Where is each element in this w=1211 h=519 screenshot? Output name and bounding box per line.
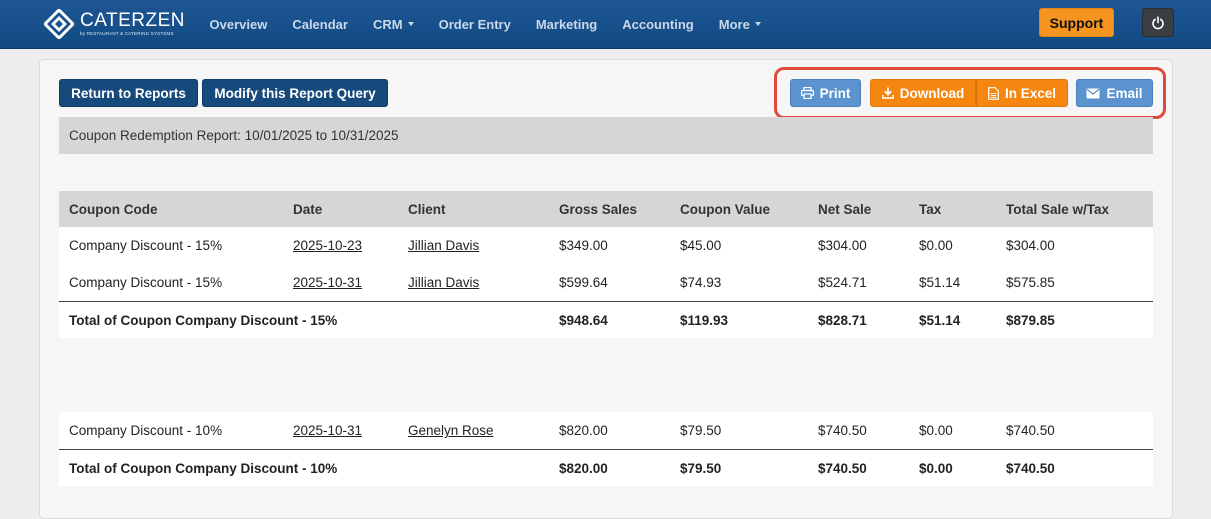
table-header: Coupon Code Date Client Gross Sales Coup… — [59, 191, 1153, 227]
cell-tax: $0.00 — [919, 423, 953, 438]
total-coupon-value: $119.93 — [680, 313, 729, 328]
col-total-sale-with-tax[interactable]: Total Sale w/Tax — [1006, 202, 1109, 217]
col-date[interactable]: Date — [293, 202, 322, 217]
in-excel-label: In Excel — [1004, 85, 1057, 101]
cell-tax: $51.14 — [919, 275, 961, 290]
nav-accounting[interactable]: Accounting — [610, 17, 707, 32]
in-excel-button[interactable]: In Excel — [976, 79, 1068, 107]
total-sale-with-tax: $740.50 — [1006, 461, 1055, 476]
cell-gross-sales: $349.00 — [559, 238, 608, 253]
envelope-icon — [1086, 88, 1100, 98]
col-gross-sales[interactable]: Gross Sales — [559, 202, 637, 217]
cell-net-sale: $524.71 — [818, 275, 867, 290]
email-button[interactable]: Email — [1076, 79, 1153, 107]
client-link[interactable]: Jillian Davis — [408, 275, 479, 290]
nav-label: More — [718, 16, 750, 32]
cell-coupon-code: Company Discount - 15% — [69, 238, 223, 253]
client-link[interactable]: Genelyn Rose — [408, 423, 494, 438]
cell-total: $575.85 — [1006, 275, 1055, 290]
brand-tagline: by RESTAURANT & CATERING SYSTEMS — [80, 31, 174, 37]
cell-coupon-value: $45.00 — [680, 238, 722, 253]
nav-marketing[interactable]: Marketing — [523, 17, 609, 32]
brand-name: CATERZEN — [80, 10, 185, 32]
order-date-link[interactable]: 2025-10-23 — [293, 238, 362, 253]
cell-gross-sales: $599.64 — [559, 275, 608, 290]
cell-total: $304.00 — [1006, 238, 1055, 253]
print-icon — [800, 87, 814, 99]
group-total-row: Total of Coupon Company Discount - 10% $… — [59, 450, 1153, 486]
nav-label: Order Entry — [438, 16, 511, 32]
nav-label: Marketing — [535, 16, 598, 32]
total-gross-sales: $948.64 — [559, 313, 608, 328]
col-client[interactable]: Client — [408, 202, 446, 217]
col-tax[interactable]: Tax — [919, 202, 941, 217]
nav-order-entry[interactable]: Order Entry — [426, 17, 523, 32]
cell-gross-sales: $820.00 — [559, 423, 608, 438]
total-sale-with-tax: $879.85 — [1006, 313, 1055, 328]
power-icon — [1152, 15, 1164, 29]
group-total-label: Total of Coupon Company Discount - 15% — [69, 313, 338, 328]
caret-down-icon — [754, 22, 761, 26]
download-button[interactable]: Download — [870, 79, 976, 107]
power-button[interactable] — [1142, 8, 1174, 37]
cell-coupon-code: Company Discount - 15% — [69, 275, 223, 290]
cell-tax: $0.00 — [919, 238, 953, 253]
cell-coupon-code: Company Discount - 10% — [69, 423, 223, 438]
cell-net-sale: $740.50 — [818, 423, 867, 438]
download-label: Download — [899, 85, 965, 101]
total-tax: $51.14 — [919, 313, 961, 328]
logo-diamond-icon — [42, 7, 76, 41]
caterzen-logo[interactable]: CATERZEN by RESTAURANT & CATERING SYSTEM… — [42, 7, 185, 41]
print-label: Print — [819, 85, 851, 101]
top-navbar: CATERZEN by RESTAURANT & CATERING SYSTEM… — [0, 0, 1211, 49]
nav-label: CRM — [372, 16, 403, 32]
caret-down-icon — [407, 22, 414, 26]
nav-label: Overview — [209, 16, 268, 32]
return-to-reports-button[interactable]: Return to Reports — [59, 79, 198, 107]
total-coupon-value: $79.50 — [680, 461, 722, 476]
report-title: Coupon Redemption Report: 10/01/2025 to … — [59, 117, 1153, 154]
col-coupon-code[interactable]: Coupon Code — [69, 202, 157, 217]
print-button[interactable]: Print — [790, 79, 861, 107]
modify-report-query-button[interactable]: Modify this Report Query — [202, 79, 388, 107]
download-icon — [881, 87, 894, 99]
nav-label: Calendar — [292, 16, 348, 32]
col-net-sale[interactable]: Net Sale — [818, 202, 871, 217]
cell-total: $740.50 — [1006, 423, 1055, 438]
total-tax: $0.00 — [919, 461, 953, 476]
cell-coupon-value: $74.93 — [680, 275, 722, 290]
table-row: Company Discount - 10% 2025-10-31 Genely… — [59, 412, 1153, 449]
client-link[interactable]: Jillian Davis — [408, 238, 479, 253]
nav-overview[interactable]: Overview — [197, 17, 280, 32]
group-total-label: Total of Coupon Company Discount - 10% — [69, 461, 338, 476]
document-icon — [988, 86, 999, 100]
nav-calendar[interactable]: Calendar — [280, 17, 361, 32]
cell-net-sale: $304.00 — [818, 238, 867, 253]
total-net-sale: $828.71 — [818, 313, 867, 328]
order-date-link[interactable]: 2025-10-31 — [293, 423, 362, 438]
order-date-link[interactable]: 2025-10-31 — [293, 275, 362, 290]
email-label: Email — [1106, 85, 1143, 101]
support-button[interactable]: Support — [1039, 8, 1114, 37]
group-total-row: Total of Coupon Company Discount - 15% $… — [59, 302, 1153, 338]
main-nav: Overview Calendar CRM Order Entry Market… — [197, 0, 773, 48]
cell-coupon-value: $79.50 — [680, 423, 722, 438]
table-row: Company Discount - 15% 2025-10-31 Jillia… — [59, 264, 1153, 301]
nav-crm[interactable]: CRM — [360, 17, 426, 32]
col-coupon-value[interactable]: Coupon Value — [680, 202, 770, 217]
total-net-sale: $740.50 — [818, 461, 867, 476]
total-gross-sales: $820.00 — [559, 461, 608, 476]
nav-more[interactable]: More — [706, 17, 773, 32]
table-row: Company Discount - 15% 2025-10-23 Jillia… — [59, 227, 1153, 264]
nav-label: Accounting — [622, 16, 694, 32]
